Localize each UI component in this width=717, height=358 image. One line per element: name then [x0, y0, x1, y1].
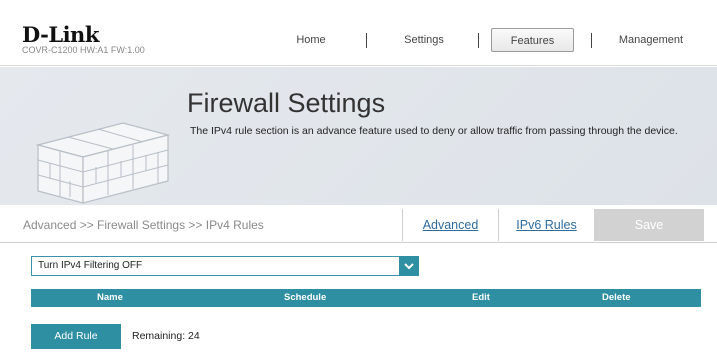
rules-table-header: Name Schedule Edit Delete: [31, 289, 701, 307]
page-title: Firewall Settings: [187, 88, 386, 118]
nav-home[interactable]: Home: [281, 28, 341, 52]
add-rule-button[interactable]: Add Rule: [31, 324, 121, 349]
column-name: Name: [97, 292, 123, 303]
column-edit: Edit: [472, 292, 490, 303]
brick-wall-icon: [35, 122, 171, 204]
nav-management[interactable]: Management: [606, 28, 696, 52]
nav-features[interactable]: Features: [491, 28, 574, 52]
ipv6-rules-link[interactable]: IPv6 Rules: [498, 209, 594, 241]
page-description: The IPv4 rule section is an advance feat…: [190, 125, 678, 137]
page-banner: Firewall Settings The IPv4 rule section …: [0, 67, 717, 205]
column-delete: Delete: [602, 292, 631, 303]
nav-divider: [591, 33, 592, 48]
ipv4-filter-value: Turn IPv4 Filtering OFF: [38, 260, 143, 271]
breadcrumb-bar: Advanced >> Firewall Settings >> IPv4 Ru…: [0, 207, 717, 243]
top-header: D-Link COVR-C1200 HW:A1 FW:1.00 Home Set…: [0, 0, 717, 66]
breadcrumb: Advanced >> Firewall Settings >> IPv4 Ru…: [23, 218, 264, 232]
nav-settings[interactable]: Settings: [389, 28, 459, 52]
rules-remaining: Remaining: 24: [132, 330, 200, 342]
chevron-down-icon[interactable]: [399, 256, 419, 276]
nav-divider: [478, 33, 479, 48]
chevron-down-icon: [404, 263, 414, 270]
ipv4-filter-select[interactable]: Turn IPv4 Filtering OFF: [31, 256, 419, 276]
advanced-link[interactable]: Advanced: [402, 209, 498, 241]
save-button[interactable]: Save: [594, 209, 704, 241]
nav-divider: [366, 33, 367, 48]
main-nav: Home Settings Features Management: [0, 28, 717, 52]
column-schedule: Schedule: [284, 292, 327, 303]
